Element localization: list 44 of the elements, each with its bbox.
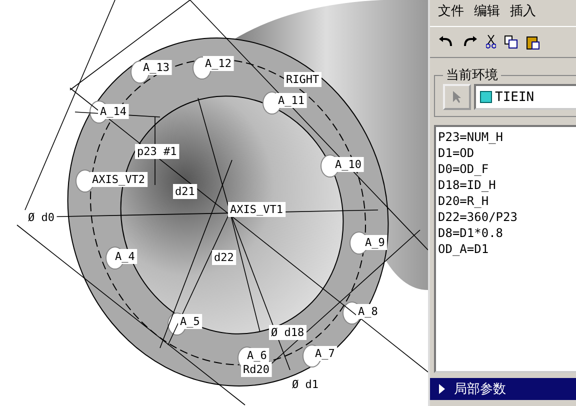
relation-line: OD_A=D1 xyxy=(438,241,490,257)
dimension-label: A_4 xyxy=(113,249,138,264)
redo-icon[interactable] xyxy=(462,36,478,48)
dimension-label: d21 xyxy=(173,184,198,199)
section-title: 局部参数 xyxy=(454,381,506,398)
relation-line: D0=OD_F xyxy=(438,161,490,177)
dimension-label: AXIS_VT1 xyxy=(228,202,286,217)
dimension-label: A_8 xyxy=(356,304,380,319)
cursor-icon xyxy=(452,90,462,104)
relation-line: P23=NUM_H xyxy=(438,129,504,145)
paste-icon[interactable] xyxy=(526,34,540,50)
cube-icon xyxy=(480,91,492,103)
menu-item[interactable]: 编辑 xyxy=(474,2,500,20)
dimension-label: A_5 xyxy=(178,314,202,329)
group-title: 当前环境 xyxy=(445,67,499,84)
relation-line: D1=OD xyxy=(438,145,476,161)
dimension-label: A_9 xyxy=(363,235,388,250)
dimension-label: AXIS_VT2 xyxy=(90,172,148,187)
dimension-label: Ø d1 xyxy=(290,377,321,392)
dimension-label: A_10 xyxy=(333,157,364,172)
copy-icon[interactable] xyxy=(504,35,518,49)
dimension-label: Rd20 xyxy=(241,362,272,377)
dimension-label: A_7 xyxy=(313,346,338,361)
dimension-label: d22 xyxy=(212,250,236,265)
menu-item[interactable]: 插入 xyxy=(510,2,536,20)
relation-line: D18=ID_H xyxy=(438,177,497,193)
menu-item[interactable]: 文件 xyxy=(438,2,464,20)
dimension-label: A_14 xyxy=(98,104,129,119)
relation-line: D8=D1*0.8 xyxy=(438,225,504,241)
dimension-label: A_13 xyxy=(141,60,172,75)
dimension-label: p23 #1 xyxy=(135,144,180,159)
dimension-label: RIGHT xyxy=(284,72,322,87)
undo-icon[interactable] xyxy=(438,36,454,48)
dimension-label: A_12 xyxy=(203,56,234,71)
select-button[interactable] xyxy=(443,84,471,110)
dimension-label: Ø d18 xyxy=(269,325,306,340)
relation-line: D22=360/P23 xyxy=(438,209,518,225)
cut-icon[interactable] xyxy=(486,35,496,49)
relations-editor[interactable]: P23=NUM_H D1=OD D0=OD_F D18=ID_H D20=R_H D22=360/P23 D8=D1*0.8 OD_A=D1 xyxy=(434,125,576,373)
dimension-label: A_11 xyxy=(276,93,307,108)
environment-field[interactable]: TIEIN xyxy=(474,84,576,110)
relation-line: D20=R_H xyxy=(438,193,490,209)
section-header[interactable]: 局部参数 xyxy=(430,378,576,400)
dimension-label: A_6 xyxy=(245,348,270,363)
